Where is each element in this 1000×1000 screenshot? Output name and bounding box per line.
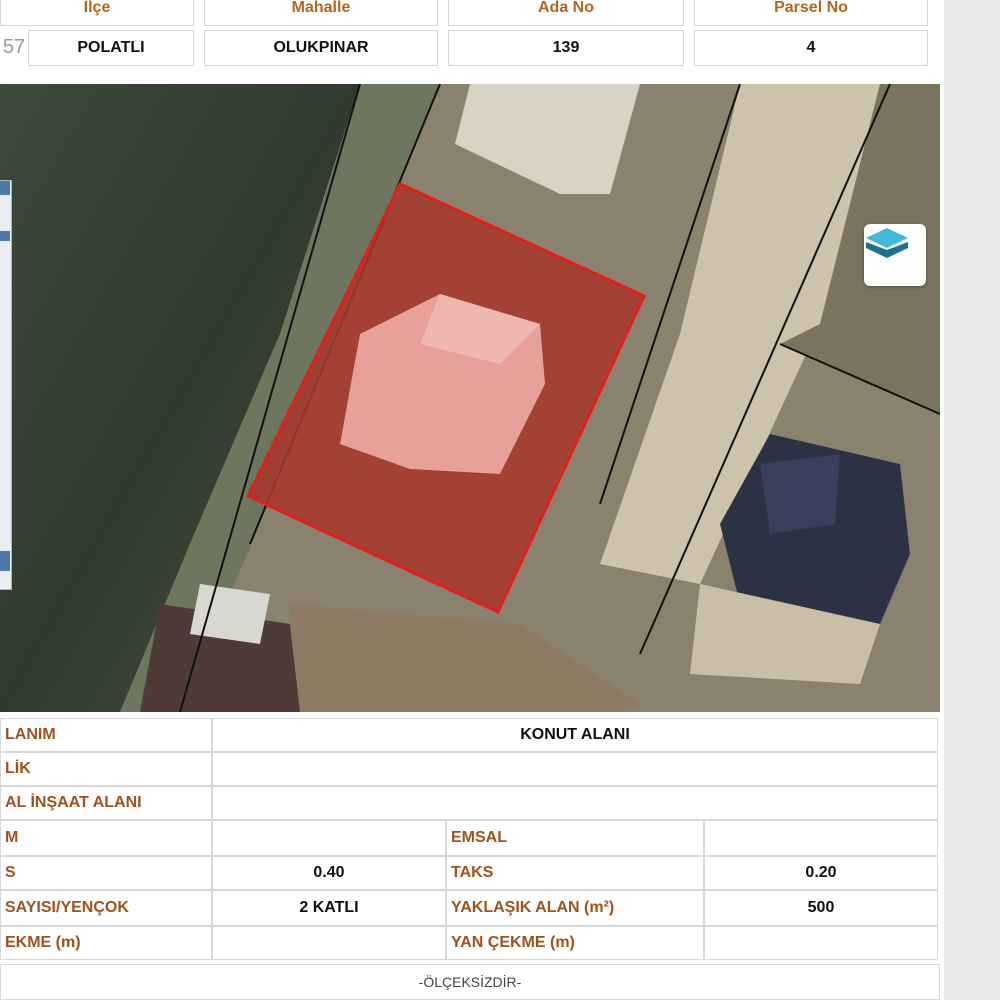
zoom-out-icon[interactable] — [0, 551, 10, 571]
zoom-slider-handle[interactable] — [0, 231, 10, 241]
kat-sayisi-value: 2 KATLI — [212, 890, 446, 926]
header-mahalle: Mahalle — [204, 0, 438, 26]
cekme-value — [212, 926, 446, 960]
kullanim-value: KONUT ALANI — [212, 718, 938, 752]
scale-note: -ÖLÇEKSİZDİR- — [0, 964, 940, 1000]
row4-value — [212, 820, 446, 856]
zoom-in-icon[interactable] — [0, 181, 10, 195]
right-gutter — [944, 0, 1000, 1000]
row2-value — [212, 752, 938, 786]
header-ilce: İlçe — [0, 0, 194, 26]
taks-label: TAKS — [446, 856, 704, 890]
mahalle-value: OLUKPINAR — [204, 30, 438, 66]
row4-label: M — [0, 820, 212, 856]
kullanim-label: LANIM — [0, 718, 212, 752]
ilce-value: POLATLI — [28, 30, 194, 66]
satellite-map[interactable]: I — [0, 84, 940, 712]
header-ada-no: Ada No — [448, 0, 684, 26]
yan-cekme-value — [704, 926, 938, 960]
yan-cekme-label: YAN ÇEKME (m) — [446, 926, 704, 960]
emsal-label: EMSAL — [446, 820, 704, 856]
header-parsel-no: Parsel No — [694, 0, 928, 26]
yaklasik-alan-label: YAKLAŞIK ALAN (m²) — [446, 890, 704, 926]
zoom-control[interactable] — [0, 180, 12, 590]
layers-button[interactable] — [864, 224, 926, 286]
taks-value: 0.20 — [704, 856, 938, 890]
row2-label: LİK — [0, 752, 212, 786]
layers-icon — [866, 228, 908, 258]
ada-no-value: 139 — [448, 30, 684, 66]
emsal-value — [704, 820, 938, 856]
insaat-alani-label: AL İNŞAAT ALANI — [0, 786, 212, 820]
cut-off-value: 57 — [2, 35, 26, 58]
row5-value: 0.40 — [212, 856, 446, 890]
kat-sayisi-label: SAYISI/YENÇOK — [0, 890, 212, 926]
cekme-label: EKME (m) — [0, 926, 212, 960]
row5-label: S — [0, 856, 212, 890]
satellite-imagery — [0, 84, 940, 712]
insaat-alani-value — [212, 786, 938, 820]
yaklasik-alan-value: 500 — [704, 890, 938, 926]
parsel-no-value: 4 — [694, 30, 928, 66]
